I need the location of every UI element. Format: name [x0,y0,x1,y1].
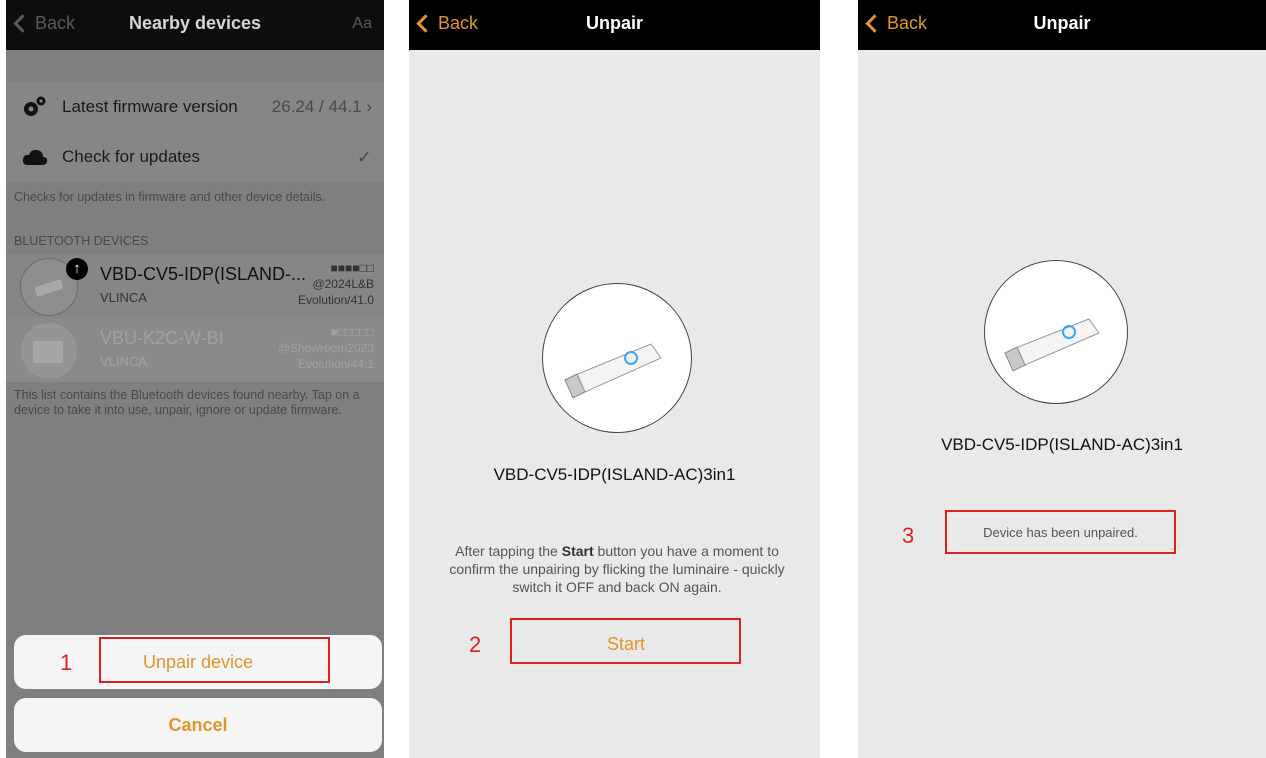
signal-strength: ■■■■□□ [330,261,375,275]
check-updates-row[interactable]: Check for updates ✓ [6,132,384,182]
cancel-button[interactable]: Cancel [14,698,382,752]
step-number: 3 [902,523,915,548]
navbar: Back Unpair [858,0,1266,50]
unpaired-screen: Back Unpair VBD-CV5-IDP(ISLAND-AC)3in1 D… [858,0,1266,758]
device-row[interactable]: VBU-K2C-W-BI VLINCA ■□□□□□ @Showroom2023… [6,318,384,382]
device-name: VBD-CV5-IDP(ISLAND-... [100,264,307,284]
device-brand: VLINCA [100,354,147,369]
highlight-box [510,618,741,664]
signal-strength: ■□□□□□ [330,325,375,339]
update-arrow-icon: ↑ [66,258,88,280]
font-size-button[interactable]: Aa [352,15,372,33]
page-title: Nearby devices [128,13,262,33]
device-name: VBU-K2C-W-BI [100,328,224,348]
firmware-value: 26.24 / 44.1 › [271,97,372,116]
checkmark-icon: ✓ [356,147,372,167]
step-number: 1 [60,650,73,675]
navbar: Back Nearby devices Aa [6,0,384,50]
firmware-label: Latest firmware version [62,97,238,116]
device-image [542,283,692,433]
gears-icon [24,96,46,116]
navbar: Back Unpair [409,0,820,50]
device-row[interactable]: ↑ VBD-CV5-IDP(ISLAND-... VLINCA ■■■■□□ @… [6,254,384,318]
device-brand: VLINCA [100,290,147,305]
firmware-row[interactable]: Latest firmware version 26.24 / 44.1 › [6,82,384,132]
device-meta: ■□□□□□ @Showroom2023 Evolution/44.1 [277,325,375,371]
device-name: VBD-CV5-IDP(ISLAND-AC)3in1 [493,465,736,484]
page-title: Unpair [585,13,643,33]
instruction-text: After tapping the Start button you have … [449,543,785,595]
device-meta: ■■■■□□ @2024L&B Evolution/41.0 [297,261,375,307]
device-image [984,260,1128,404]
check-updates-label: Check for updates [62,147,200,166]
updates-note: Checks for updates in firmware and other… [14,190,326,204]
cloud-icon [22,149,48,165]
device-name: VBD-CV5-IDP(ISLAND-AC)3in1 [941,435,1183,454]
unpair-screen: Back Unpair VBD-CV5-IDP(ISLAND-AC)3in1 A… [409,0,820,758]
highlight-box [99,637,330,683]
page-title: Unpair [1033,13,1091,33]
device-thumbnail [20,322,78,380]
highlight-box [945,510,1176,554]
step-number: 2 [469,632,482,657]
nearby-devices-screen: Back Nearby devices Aa Latest firmware v… [6,0,384,758]
section-header: BLUETOOTH DEVICES [14,234,149,248]
list-note: This list contains the Bluetooth devices… [14,388,360,417]
